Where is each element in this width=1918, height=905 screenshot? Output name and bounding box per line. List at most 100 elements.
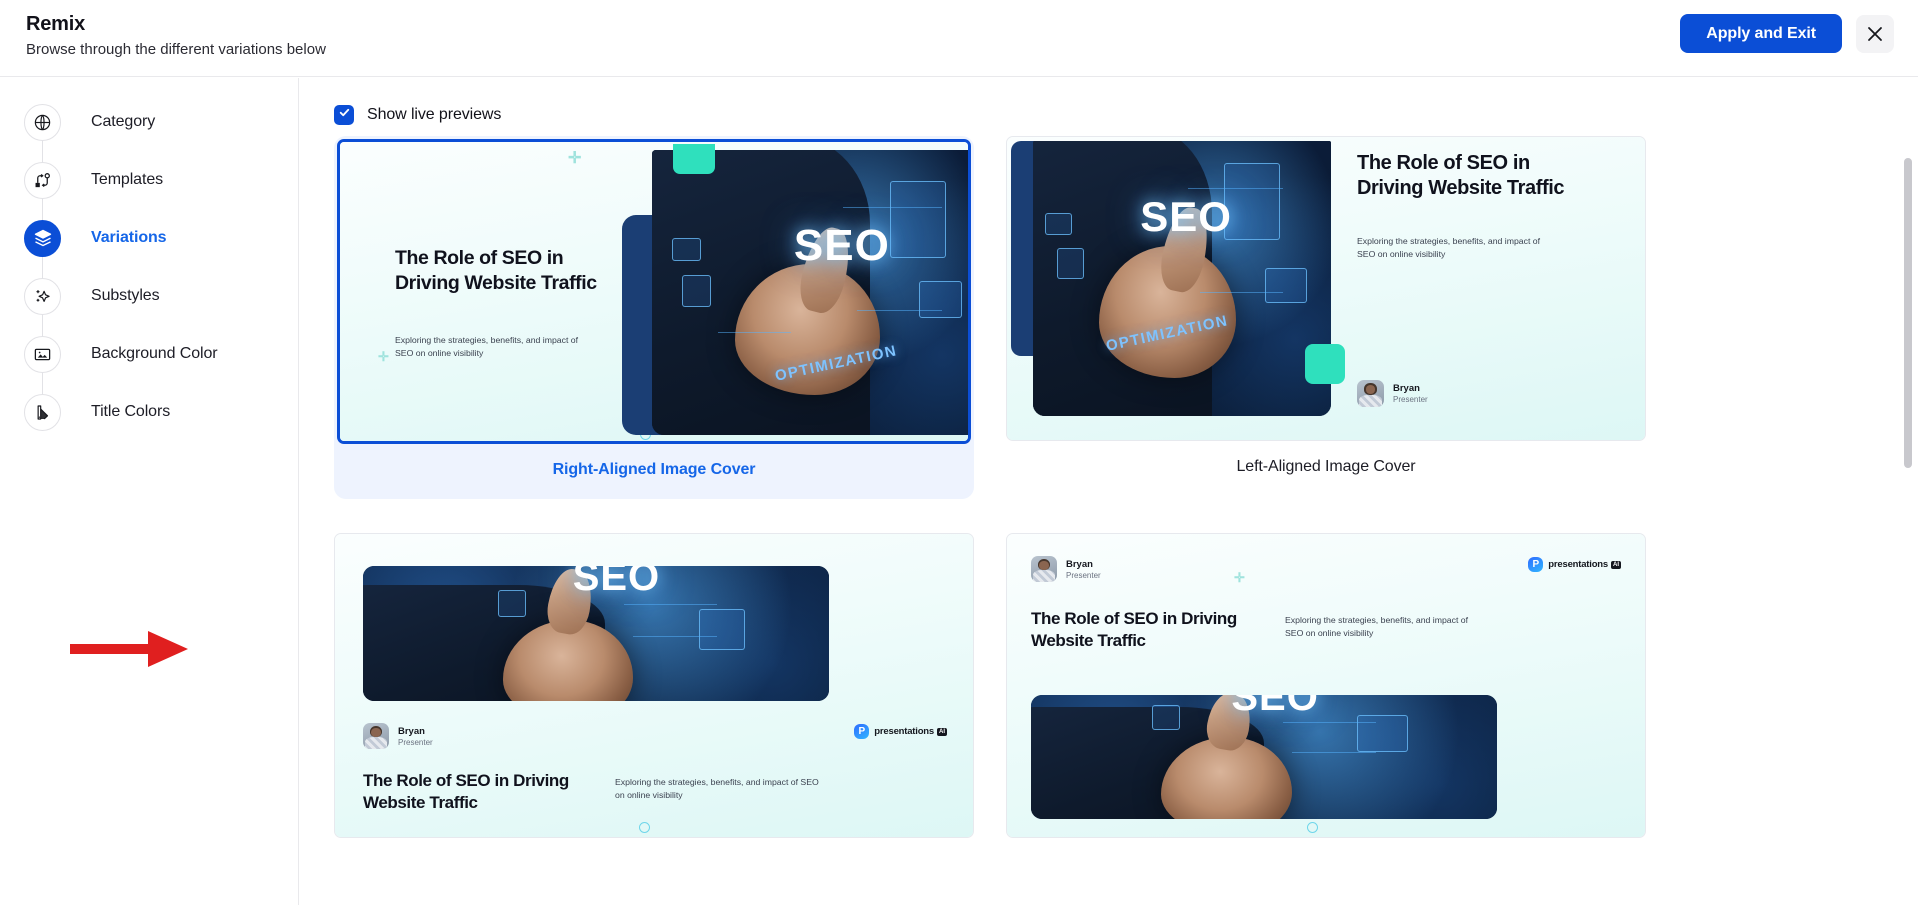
check-icon [338,106,351,124]
presenter-name: Bryan [398,725,425,737]
sidebar-item-templates[interactable]: Templates [0,151,299,209]
slide-canvas: ✛ ✛ [1007,137,1645,440]
seo-photo: SEO [363,566,829,701]
avatar [363,723,389,749]
brand-name: presentations [874,726,934,737]
slide-subtitle: Exploring the strategies, benefits, and … [1357,236,1541,259]
variations-panel: Show live previews ✛ ✛ SEO OPTIMIZATION … [300,78,1918,905]
seo-photo: SEO OPTIMIZATION [652,150,968,435]
decor-ring-icon [1307,822,1318,833]
slide-canvas: SEO Bryan Presenter P presentations AI T… [335,534,973,837]
sidebar-item-label: Substyles [91,287,160,304]
dialog-header: Remix Browse through the different varia… [0,0,1918,77]
avatar [1357,380,1384,407]
layers-icon [24,219,61,257]
image-icon [24,335,61,373]
variations-grid: ✛ ✛ SEO OPTIMIZATION The Role of SEO in … [334,136,1884,875]
variation-preview[interactable]: ✛ ✛ [337,139,971,444]
header-actions: Apply and Exit [1680,14,1894,53]
seo-photo: SEO OPTIMIZATION [1033,141,1331,416]
sidebar-item-label: Templates [91,171,164,188]
slide-presenter: Bryan Presenter [1357,380,1428,407]
palette-icon [24,393,61,431]
slide-subtitle: Exploring the strategies, benefits, and … [1285,615,1469,638]
brand-logo: P presentations AI [854,724,947,739]
close-button[interactable] [1856,14,1894,53]
presenter-role: Presenter [1393,395,1428,404]
variation-card-left-aligned[interactable]: ✛ ✛ [1006,136,1646,499]
slide-presenter: Bryan Presenter [363,723,433,749]
slide-image: SEO [1031,695,1497,819]
apply-and-exit-button[interactable]: Apply and Exit [1680,14,1842,53]
decor-teal-square [673,144,715,174]
sidebar-item-substyles[interactable]: Substyles [0,267,299,325]
variation-preview[interactable]: ✛ ✛ [1006,136,1646,441]
slide-image-word: SEO [572,566,661,600]
sidebar-item-category[interactable]: Category [0,93,299,151]
brand-suffix: AI [1611,560,1621,569]
slide-image: SEO OPTIMIZATION [1033,141,1331,416]
decor-plus-icon: ✛ [568,150,582,167]
sidebar-item-label: Variations [91,229,167,246]
sparkle-icon [24,277,61,315]
slide-title: The Role of SEO in Driving Website Traff… [1031,609,1237,650]
variation-card-header-image[interactable]: Bryan Presenter P presentations AI ✛ The… [1006,533,1646,875]
presenter-role: Presenter [398,737,433,747]
slide-subtitle: Exploring the strategies, benefits, and … [395,335,579,358]
variation-label: Right-Aligned Image Cover [552,461,756,478]
sidebar-item-label: Category [91,113,156,130]
variation-card-right-aligned[interactable]: ✛ ✛ SEO OPTIMIZATION The Role of SEO in … [334,136,974,499]
globe-icon [24,103,61,141]
show-live-previews-label: Show live previews [367,106,502,123]
slide-canvas: Bryan Presenter P presentations AI ✛ The… [1007,534,1645,837]
slide-canvas: ✛ ✛ [340,142,968,441]
slide-image-word: SEO [1231,695,1319,720]
presenter-name: Bryan [1393,383,1420,394]
sidebar-item-label: Title Colors [91,403,171,420]
variation-label [1006,838,1646,875]
sidebar-item-title-colors[interactable]: Title Colors [0,383,299,441]
decor-ring-icon [639,822,650,833]
remix-dialog: Remix Browse through the different varia… [0,0,1918,905]
page-title: Remix [26,13,86,35]
sidebar: Category Templates Variations Substyles … [0,78,299,905]
slide-subtitle: Exploring the strategies, benefits, and … [615,777,819,800]
sidebar-item-variations[interactable]: Variations [0,209,299,267]
slide-title: The Role of SEO in Driving Website Traff… [1357,152,1565,199]
slide-image: SEO OPTIMIZATION [652,150,968,435]
brand-mark-icon: P [1528,557,1544,572]
brand-name: presentations [1548,559,1608,570]
slide-image-word: SEO [1140,193,1232,241]
slide-image: SEO [363,566,829,701]
slide-title: The Role of SEO in Driving Website Traff… [363,771,569,812]
sidebar-item-label: Background Color [91,345,218,362]
sidebar-nav: Category Templates Variations Substyles … [0,93,299,441]
variation-label [334,838,974,875]
header-titles: Remix Browse through the different varia… [26,11,326,61]
decor-teal-square [1305,344,1345,384]
sidebar-item-background-color[interactable]: Background Color [0,325,299,383]
brand-logo: P presentations AI [1528,557,1621,572]
avatar [1031,556,1057,582]
decor-plus-icon: ✛ [378,349,389,364]
variation-preview[interactable]: SEO Bryan Presenter P presentations AI T… [334,533,974,838]
show-live-previews-checkbox[interactable] [334,105,354,125]
variation-preview[interactable]: Bryan Presenter P presentations AI ✛ The… [1006,533,1646,838]
presenter-role: Presenter [1066,570,1101,580]
page-subtitle: Browse through the different variations … [26,41,326,58]
decor-plus-icon: ✛ [1234,570,1245,585]
brand-suffix: AI [937,727,947,736]
scrollbar-track[interactable] [1904,78,1912,905]
variation-label: Left-Aligned Image Cover [1236,458,1416,475]
slide-presenter: Bryan Presenter [1031,556,1101,582]
templates-icon [24,161,61,199]
seo-photo: SEO [1031,695,1497,819]
scrollbar-thumb[interactable] [1904,158,1912,468]
variation-card-top-image[interactable]: SEO Bryan Presenter P presentations AI T… [334,533,974,875]
slide-image-word: SEO [793,221,890,271]
presenter-name: Bryan [1066,558,1093,570]
slide-title: The Role of SEO in Driving Website Traff… [395,247,597,294]
brand-mark-icon: P [854,724,870,739]
red-arrow-annotation [70,628,190,675]
show-live-previews-row[interactable]: Show live previews [334,105,501,125]
